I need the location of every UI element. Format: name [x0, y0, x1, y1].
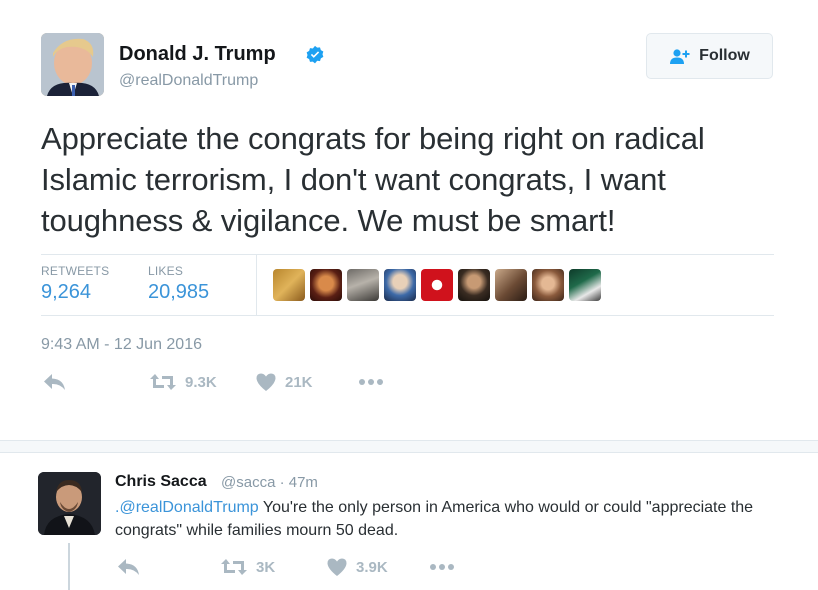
liker-avatar[interactable] — [532, 269, 564, 301]
more-dots-icon — [430, 564, 454, 570]
liker-avatar[interactable] — [569, 269, 601, 301]
like-button[interactable]: 21K — [255, 372, 313, 392]
main-tweet: Donald J. Trump @realDonaldTrump Follow … — [0, 0, 818, 440]
retweet-count: 9.3K — [185, 373, 217, 391]
reply-retweet-button[interactable]: 3K — [220, 557, 275, 577]
more-dots-icon — [359, 379, 383, 385]
more-button[interactable] — [358, 372, 384, 392]
stats-divider — [256, 255, 257, 315]
reply-author-avatar[interactable] — [38, 472, 101, 535]
heart-icon — [327, 558, 347, 576]
liker-avatar[interactable] — [384, 269, 416, 301]
reply-more-button[interactable] — [429, 557, 455, 577]
retweets-count: 9,264 — [41, 281, 92, 303]
tweet-text: Appreciate the congrats for being right … — [41, 121, 705, 238]
tweet-stats: RETWEETS 9,264 LIKES 20,985 — [41, 254, 774, 316]
follow-button-label: Follow — [699, 47, 750, 64]
liker-avatar[interactable] — [347, 269, 379, 301]
reply-author-display-name[interactable]: Chris Sacca — [115, 473, 207, 491]
reply-mention-link[interactable]: .@realDonaldTrump — [115, 499, 259, 516]
thread-line — [68, 543, 70, 590]
likes-count: 20,985 — [148, 281, 210, 303]
tweet-timestamp[interactable]: 9:43 AM - 12 Jun 2016 — [41, 336, 202, 354]
follow-button[interactable]: Follow — [646, 33, 773, 79]
likes-stat[interactable]: LIKES 20,985 — [148, 264, 209, 304]
heart-icon — [256, 373, 276, 391]
reply-retweet-count: 3K — [256, 558, 276, 576]
reply-like-count: 3.9K — [356, 558, 388, 576]
liker-avatars — [273, 269, 601, 301]
reply-arrow-icon — [44, 374, 65, 390]
author-handle[interactable]: @realDonaldTrump — [119, 72, 258, 90]
retweet-icon — [221, 559, 247, 575]
liker-avatar[interactable] — [310, 269, 342, 301]
reply-reply-button[interactable] — [117, 557, 141, 577]
author-display-name[interactable]: Donald J. Trump — [119, 43, 276, 66]
verified-badge-icon — [306, 45, 324, 64]
reply-button[interactable] — [43, 372, 67, 392]
follow-user-plus-icon — [670, 49, 690, 64]
liker-avatar[interactable] — [273, 269, 305, 301]
retweets-label: RETWEETS — [41, 264, 110, 278]
reply-author-handle[interactable]: @sacca · 47m — [221, 474, 318, 491]
author-avatar[interactable] — [41, 33, 104, 96]
reply-arrow-icon — [118, 559, 139, 575]
liker-avatar[interactable] — [495, 269, 527, 301]
liker-avatar[interactable] — [458, 269, 490, 301]
reply-text: .@realDonaldTrump You're the only person… — [115, 496, 755, 542]
thread-separator — [0, 440, 818, 453]
retweet-button[interactable]: 9.3K — [149, 372, 217, 392]
reply-like-button[interactable]: 3.9K — [326, 557, 388, 577]
likes-label: LIKES — [148, 264, 184, 278]
reply-tweet: Chris Sacca @sacca · 47m .@realDonaldTru… — [0, 453, 818, 590]
retweet-icon — [150, 374, 176, 390]
liker-avatar[interactable] — [421, 269, 453, 301]
retweets-stat[interactable]: RETWEETS 9,264 — [41, 264, 109, 304]
like-count: 21K — [285, 373, 313, 391]
